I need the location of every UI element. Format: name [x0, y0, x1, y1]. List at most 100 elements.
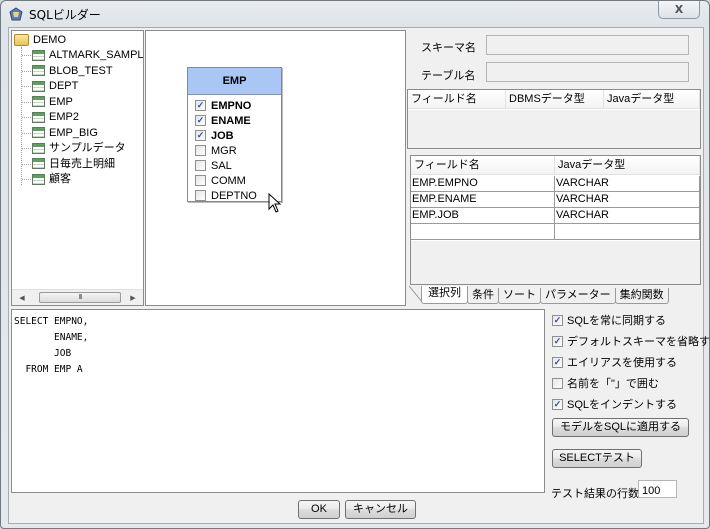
table-icon	[32, 96, 45, 108]
header-java-type[interactable]: Javaデータ型	[604, 90, 700, 109]
cell-field-name[interactable]: EMP.ENAME	[411, 192, 555, 208]
query-diagram-canvas[interactable]: EMP ✓ EMPNO ✓ ENAME ✓ JOB MGR SAL COMM DEPTNO	[145, 30, 406, 306]
option-3[interactable]: 名前を「"」で囲む	[552, 375, 659, 391]
apply-model-to-sql-button[interactable]: モデルをSQLに適用する	[552, 418, 689, 437]
checkbox-checked-icon[interactable]: ✓	[552, 398, 563, 410]
tab-0[interactable]: 選択列	[421, 286, 468, 304]
tree-item-label: EMP	[49, 95, 73, 108]
select-test-button[interactable]: SELECTテスト	[552, 449, 642, 468]
checkbox-checked-icon[interactable]: ✓	[195, 130, 206, 141]
cell-java-type[interactable]	[555, 224, 700, 240]
table-name-field	[486, 62, 689, 82]
entity-column-ename[interactable]: ✓ ENAME	[188, 113, 281, 128]
header-field-name[interactable]: フィールド名	[408, 90, 506, 109]
cancel-button[interactable]: キャンセル	[345, 500, 416, 519]
option-label: エイリアスを使用する	[567, 357, 677, 369]
field-properties-grid[interactable]: フィールド名 DBMSデータ型 Javaデータ型	[407, 89, 701, 149]
column-name: JOB	[211, 129, 234, 142]
tree-branch-line	[22, 70, 31, 72]
column-name: ENAME	[211, 114, 251, 127]
field-grid-header: フィールド名 DBMSデータ型 Javaデータ型	[408, 90, 700, 109]
tree-item-table[interactable]: BLOB_TEST	[32, 64, 113, 79]
tab-1[interactable]: 条件	[467, 288, 499, 304]
header-java-type[interactable]: Javaデータ型	[555, 156, 700, 175]
entity-column-job[interactable]: ✓ JOB	[188, 128, 281, 143]
checkbox-checked-icon[interactable]: ✓	[552, 356, 563, 368]
dialog-content: DEMO ALTMARK_SAMPLE BLOB_TEST DEPT EMP EMP2 E…	[8, 27, 710, 524]
checkbox-unchecked-icon[interactable]	[195, 145, 206, 156]
folder-open-icon	[14, 34, 29, 47]
tree-branch-line	[22, 132, 31, 134]
checkbox-unchecked-icon[interactable]	[195, 190, 206, 201]
header-dbms-type[interactable]: DBMSデータ型	[506, 90, 604, 109]
tab-4[interactable]: 集約関数	[614, 288, 669, 304]
tree-branch-line	[22, 179, 31, 180]
table-row[interactable]: EMP.ENAME VARCHAR	[411, 192, 700, 208]
entity-column-empno[interactable]: ✓ EMPNO	[188, 98, 281, 113]
entity-column-comm[interactable]: COMM	[188, 173, 281, 188]
title-bar[interactable]: SQLビルダー X	[1, 1, 709, 27]
entity-column-sal[interactable]: SAL	[188, 158, 281, 173]
checkbox-checked-icon[interactable]: ✓	[552, 314, 563, 326]
checkbox-unchecked-icon[interactable]	[195, 175, 206, 186]
schema-name-field	[486, 35, 689, 55]
tree-branch-line	[22, 101, 31, 103]
cell-field-name[interactable]: EMP.JOB	[411, 208, 555, 224]
test-rows-input[interactable]: 100	[638, 480, 677, 498]
table-tree[interactable]: DEMO ALTMARK_SAMPLE BLOB_TEST DEPT EMP EMP2 E…	[11, 30, 144, 306]
table-icon	[32, 158, 45, 170]
header-field-name[interactable]: フィールド名	[411, 156, 555, 175]
option-4[interactable]: ✓ SQLをインデントする	[552, 396, 677, 412]
tree-item-table[interactable]: EMP	[32, 95, 73, 110]
schema-name-label: スキーマ名	[421, 42, 476, 54]
column-name: SAL	[211, 159, 232, 172]
checkbox-unchecked-icon[interactable]	[195, 160, 206, 171]
close-button[interactable]: X	[658, 1, 700, 19]
tree-root-demo[interactable]: DEMO	[14, 33, 66, 48]
option-0[interactable]: ✓ SQLを常に同期する	[552, 312, 666, 328]
ok-button[interactable]: OK	[298, 500, 340, 519]
column-name: COMM	[211, 174, 246, 187]
table-row[interactable]: EMP.JOB VARCHAR	[411, 208, 700, 224]
tab-strip: 選択列 条件 ソート パラメーター 集約関数	[421, 286, 669, 304]
entity-box-emp[interactable]: EMP ✓ EMPNO ✓ ENAME ✓ JOB MGR SAL COMM DEPTNO	[187, 67, 282, 202]
tree-item-label: EMP_BIG	[49, 126, 98, 139]
option-1[interactable]: ✓ デフォルトスキーマを省略する	[552, 333, 710, 349]
entity-columns: ✓ EMPNO ✓ ENAME ✓ JOB MGR SAL COMM DEPTNO	[188, 95, 281, 203]
tree-item-table[interactable]: ALTMARK_SAMPLE	[32, 48, 143, 63]
tab-2[interactable]: ソート	[498, 288, 541, 304]
table-icon	[32, 111, 45, 123]
tree-item-table[interactable]: サンプルデータ	[32, 141, 126, 156]
cell-java-type[interactable]: VARCHAR	[555, 192, 700, 208]
scroll-right-icon[interactable]: ▶	[125, 290, 141, 306]
tree-item-table[interactable]: EMP2	[32, 110, 79, 125]
sql-editor[interactable]: SELECT EMPNO, ENAME, JOB FROM EMP A	[11, 309, 545, 493]
checkbox-checked-icon[interactable]: ✓	[552, 335, 563, 347]
tree-item-table[interactable]: 顧客	[32, 172, 71, 187]
tree-item-table[interactable]: EMP_BIG	[32, 126, 98, 141]
tree-branch-line	[22, 86, 31, 87]
option-label: 名前を「"」で囲む	[567, 378, 659, 390]
cell-java-type[interactable]: VARCHAR	[555, 208, 700, 224]
cell-field-name[interactable]: EMP.EMPNO	[411, 176, 555, 192]
cell-field-name[interactable]	[411, 224, 555, 240]
selected-columns-grid[interactable]: フィールド名 Javaデータ型 EMP.EMPNO VARCHAR EMP.ENAM…	[410, 155, 701, 285]
tab-3[interactable]: パラメーター	[540, 288, 616, 304]
checkbox-checked-icon[interactable]: ✓	[195, 100, 206, 111]
checkbox-checked-icon[interactable]: ✓	[195, 115, 206, 126]
tree-item-table[interactable]: 日毎売上明細	[32, 157, 115, 172]
tree-item-table[interactable]: DEPT	[32, 79, 78, 94]
table-row[interactable]	[411, 224, 700, 240]
scroll-left-icon[interactable]: ◀	[14, 290, 30, 306]
tree-horizontal-scrollbar[interactable]: ◀ III ▶	[12, 289, 143, 305]
entity-column-mgr[interactable]: MGR	[188, 143, 281, 158]
option-2[interactable]: ✓ エイリアスを使用する	[552, 354, 677, 370]
table-name-label: テーブル名	[421, 70, 476, 82]
checkbox-unchecked-icon[interactable]	[552, 377, 563, 389]
table-row[interactable]: EMP.EMPNO VARCHAR	[411, 176, 700, 192]
scroll-thumb[interactable]: III	[39, 292, 121, 303]
cell-java-type[interactable]: VARCHAR	[555, 176, 700, 192]
close-icon: X	[674, 3, 684, 16]
entity-title[interactable]: EMP	[188, 68, 281, 95]
column-name: EMPNO	[211, 99, 252, 112]
